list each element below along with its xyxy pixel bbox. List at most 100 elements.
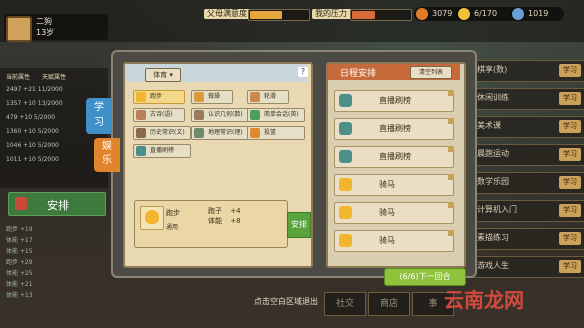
parent-satisfaction-fill	[250, 11, 282, 19]
activity-item[interactable]: 跑步	[133, 90, 185, 104]
tab-shop[interactable]: 商店	[368, 292, 410, 316]
list-item-badge: 学习	[559, 148, 581, 161]
list-item-label: 计算机入门	[477, 205, 517, 214]
tab-fun[interactable]: 娱 乐	[94, 138, 120, 172]
smiley-icon	[339, 178, 352, 191]
schedule-slot[interactable]: 直播刷榜	[334, 118, 454, 140]
list-item-label: 数学乐园	[477, 177, 509, 186]
energy-counter[interactable]: 6/170	[456, 7, 518, 21]
clear-list-button[interactable]: 清空列表	[410, 66, 452, 79]
book-icon	[136, 110, 146, 120]
stats-header-talent: 天赋属性	[41, 74, 66, 81]
list-item[interactable]: 休闲训练 学习	[470, 88, 584, 110]
log-line: 体能 +15	[6, 248, 33, 255]
play-icon	[339, 150, 352, 163]
activity-label: 认识几何(数)	[208, 111, 243, 118]
list-item[interactable]: 数学乐园 学习	[470, 172, 584, 194]
activity-item[interactable]: 历史常识(文)	[133, 126, 191, 140]
smiley-icon	[339, 234, 352, 247]
schedule-slot-label: 直播刷榜	[379, 152, 411, 161]
activity-label: 跑步	[150, 93, 163, 100]
schedule-slot-label: 骑马	[379, 180, 395, 189]
tab-learn[interactable]: 学 习	[86, 98, 112, 134]
category-filter-dropdown[interactable]: 体育 ▾	[145, 68, 181, 82]
left-arrange-button[interactable]: 安排	[8, 192, 106, 216]
activity-item[interactable]: 简单会话(英)	[247, 108, 305, 122]
list-item[interactable]: 棋享(数) 学习	[470, 60, 584, 82]
activity-detail-subtitle: 通用	[166, 224, 179, 231]
play-icon	[339, 122, 352, 135]
log-line: 跑步 +29	[6, 259, 33, 266]
activity-label: 轮滑	[264, 93, 277, 100]
list-item[interactable]: 美术课 学习	[470, 116, 584, 138]
gem-value: 1019	[528, 9, 549, 18]
avatar[interactable]	[6, 16, 32, 42]
schedule-slot[interactable]: 骑马	[334, 174, 454, 196]
activity-item[interactable]: 轮滑	[247, 90, 289, 104]
schedule-slot[interactable]: 骑马	[334, 202, 454, 224]
schedule-slot-label: 骑马	[379, 236, 395, 245]
schedule-slot[interactable]: 直播刷榜	[334, 146, 454, 168]
activity-item[interactable]: 地理常识(理)	[191, 126, 249, 140]
slot-corner	[448, 230, 454, 236]
stress-bar	[350, 9, 412, 21]
list-item-label: 素描练习	[477, 233, 509, 242]
list-item-badge: 学习	[559, 204, 581, 217]
help-icon[interactable]: ?	[298, 67, 308, 77]
skate-icon	[250, 92, 260, 102]
parent-satisfaction-bar	[248, 9, 310, 21]
activity-label: 地理常识(理)	[208, 129, 243, 136]
activity-item[interactable]: 做操	[191, 90, 233, 104]
left-arrange-label: 安排	[47, 199, 69, 212]
watermark: 云南龙网	[444, 288, 524, 312]
list-item[interactable]: 素描练习 学习	[470, 228, 584, 250]
list-item-label: 游戏人生	[477, 261, 509, 270]
list-item[interactable]: 晨跑运动 学习	[470, 144, 584, 166]
activity-item[interactable]: 投篮	[247, 126, 305, 140]
slot-corner	[448, 202, 454, 208]
stress-label: 我的压力	[312, 9, 352, 19]
stats-header: 当前属性 天赋属性	[6, 72, 66, 81]
activity-label: 历史常识(文)	[150, 129, 185, 136]
history-icon	[136, 128, 146, 138]
duck-icon	[145, 210, 159, 224]
tab-social[interactable]: 社交	[324, 292, 366, 316]
effect-1-label: 跑子	[208, 207, 222, 215]
list-item-badge: 学习	[559, 64, 581, 77]
list-item[interactable]: 计算机入门 学习	[470, 200, 584, 222]
gem-icon	[512, 8, 524, 20]
activity-item[interactable]: 古诗(语)	[133, 108, 185, 122]
activity-grid: 跑步 做操 轮滑 古诗(语) 认识几何(数) 简单会话(英) 历史常识(文) 地…	[133, 90, 305, 162]
slot-corner	[448, 146, 454, 152]
parent-satisfaction-label: 父母满意度	[204, 9, 250, 19]
stats-header-current: 当前属性	[6, 74, 31, 81]
stats-row: 2497 +21 11/2000	[6, 86, 63, 93]
activity-log: 跑步 +19 体能 +17 体能 +15 跑步 +29 体能 +25 体能 +2…	[6, 224, 106, 301]
activity-item[interactable]: 直播刷榜	[133, 144, 191, 158]
geometry-icon	[194, 110, 204, 120]
calendar-icon	[15, 197, 27, 210]
effect-2: 体能 +8	[208, 216, 241, 226]
list-item-label: 棋享(数)	[477, 65, 508, 74]
coin-value: 3079	[432, 9, 453, 18]
activity-label: 做操	[208, 93, 221, 100]
filter-value: 体育	[153, 71, 168, 79]
player-age: 13岁	[36, 28, 55, 37]
list-item-badge: 学习	[559, 176, 581, 189]
activity-label: 投篮	[264, 129, 277, 136]
gem-counter[interactable]: 1019	[510, 7, 564, 21]
schedule-slot[interactable]: 骑马	[334, 230, 454, 252]
schedule-slot[interactable]: 直播刷榜	[334, 90, 454, 112]
play-icon	[136, 146, 146, 156]
stats-row: 1011 +10 5/2000	[6, 156, 59, 163]
stats-row: 1046 +10 5/2000	[6, 142, 59, 149]
effect-2-value: +8	[230, 217, 241, 225]
arrange-button[interactable]: 安排	[287, 212, 311, 238]
activity-item[interactable]: 认识几何(数)	[191, 108, 249, 122]
list-item[interactable]: 游戏人生 学习	[470, 256, 584, 278]
effect-1: 跑子 +4	[208, 206, 241, 216]
energy-value: 6/170	[474, 9, 498, 18]
log-line: 跑步 +19	[6, 226, 33, 233]
activity-detail-name: 跑步	[166, 209, 180, 217]
chat-icon	[250, 110, 260, 120]
